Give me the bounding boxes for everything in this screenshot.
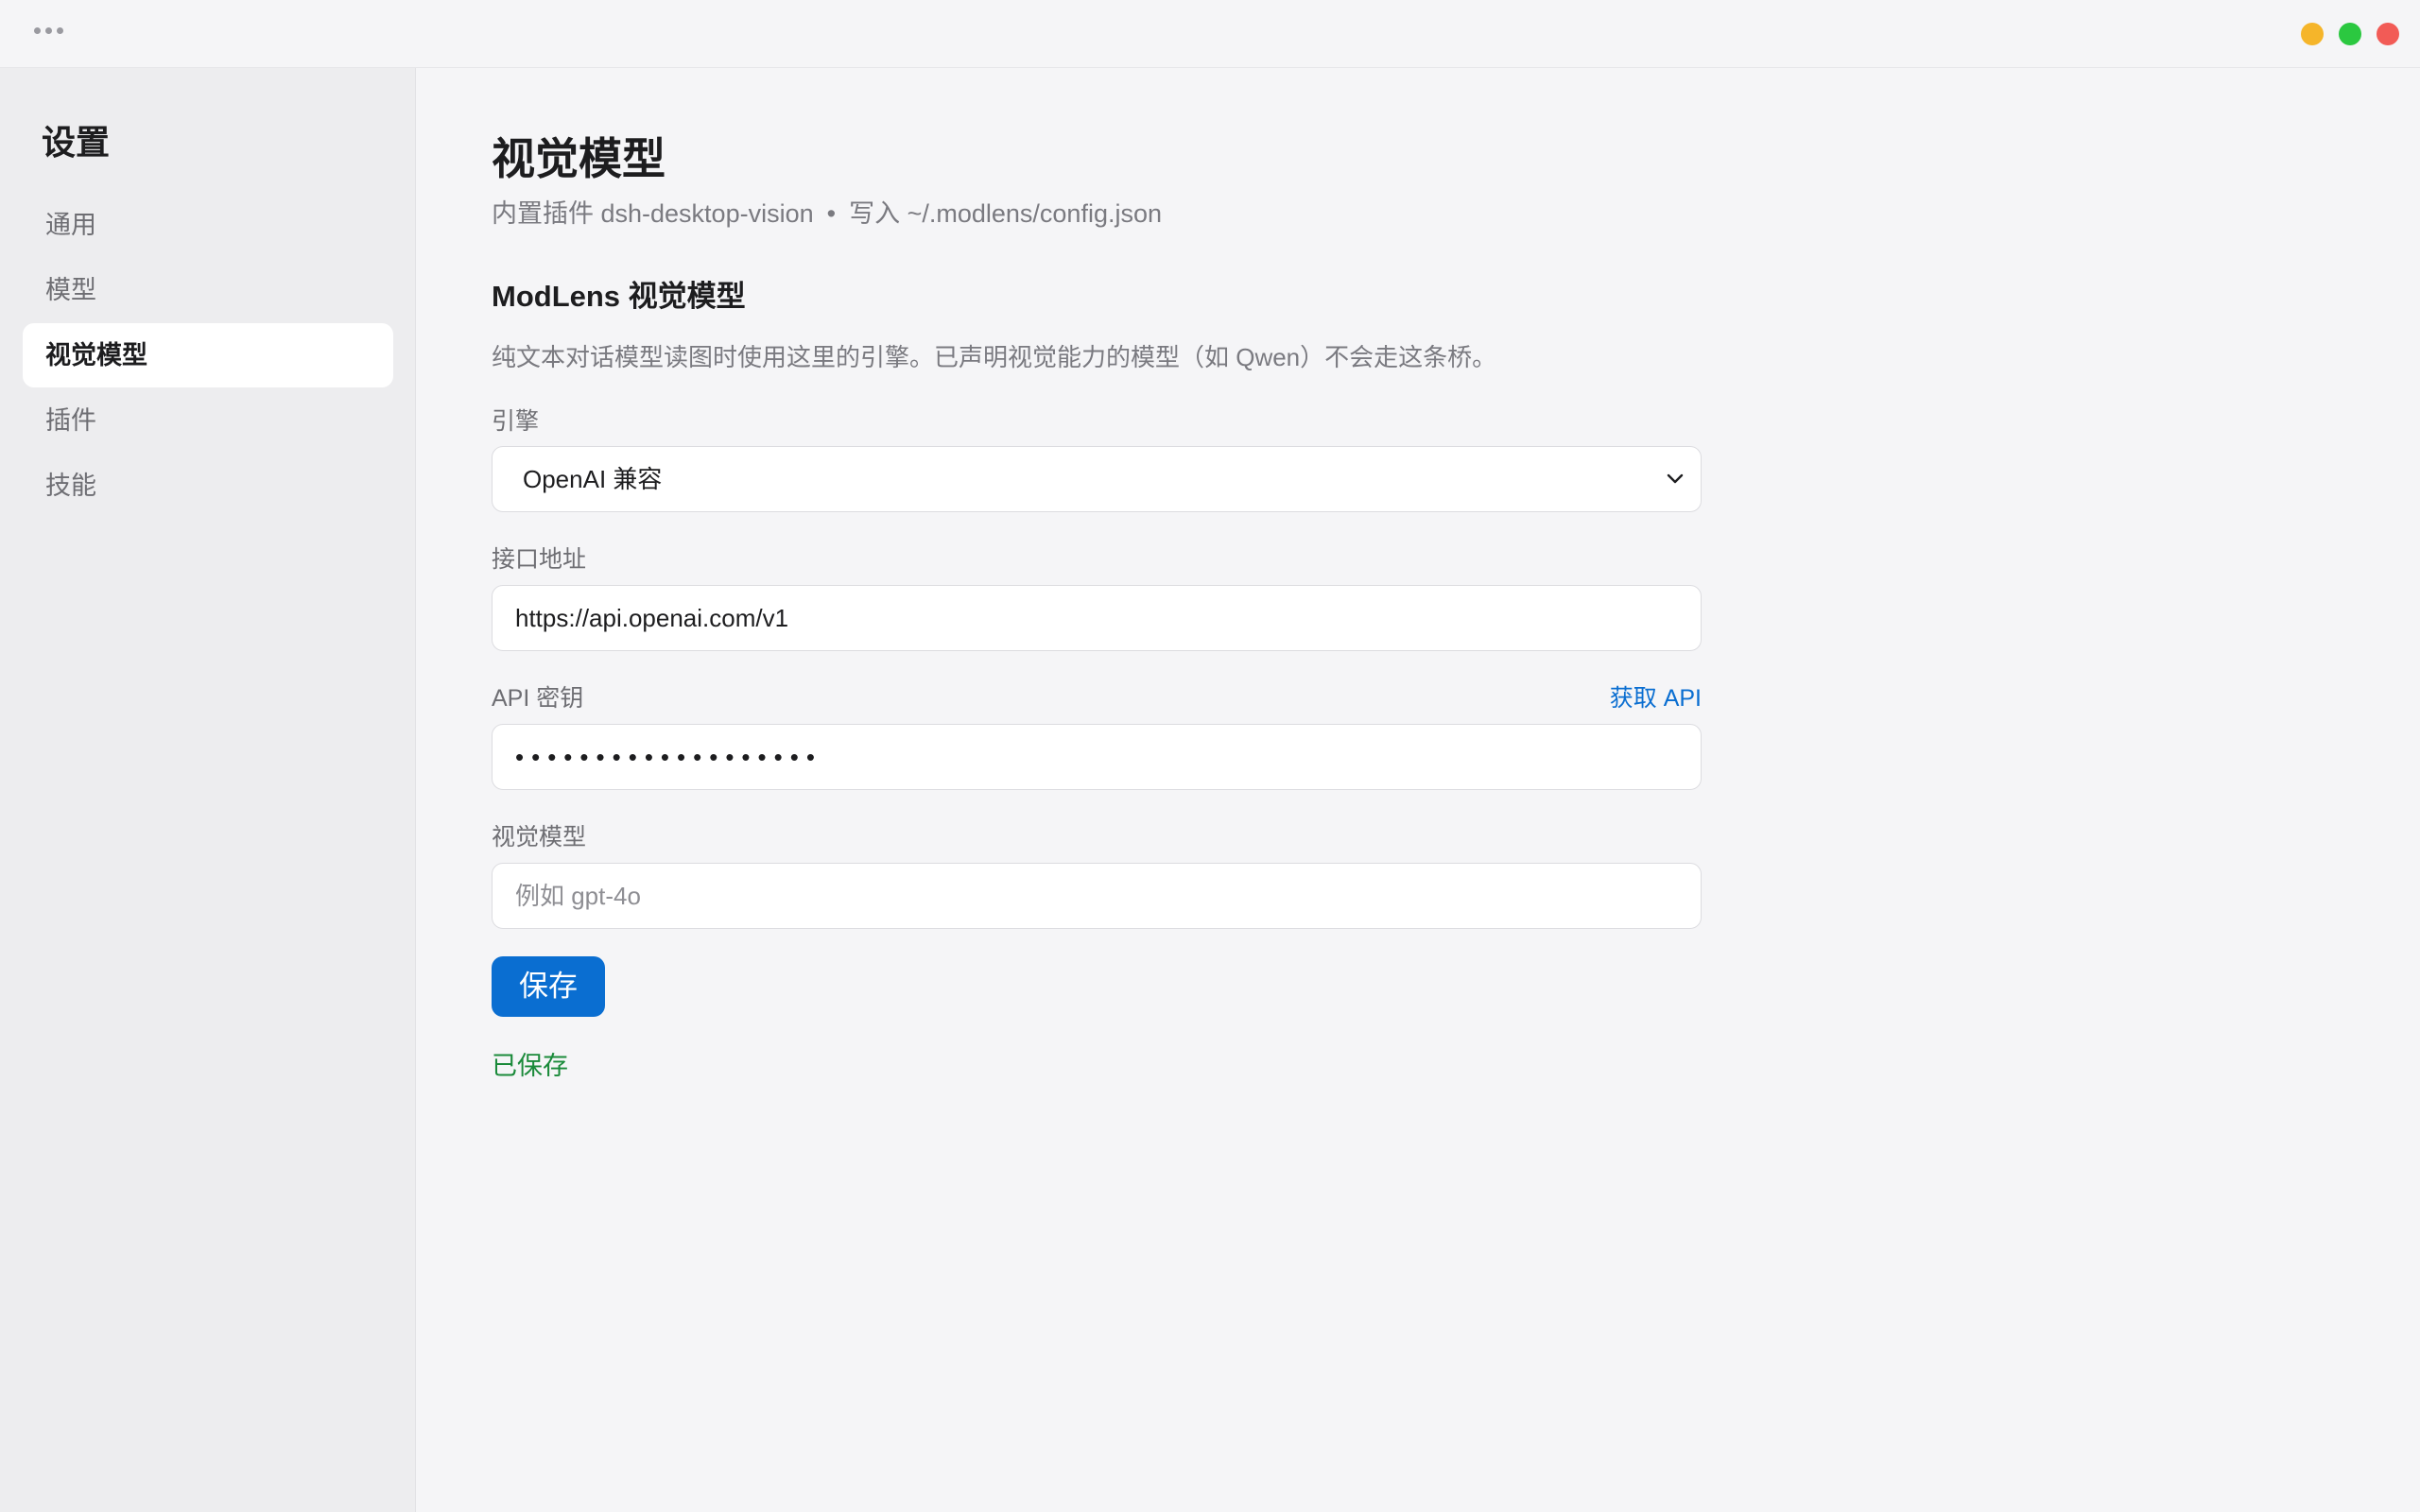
api-key-input[interactable]: ••••••••••••••••••• (492, 724, 1702, 790)
subtitle-separator: • (826, 199, 837, 228)
endpoint-input[interactable]: https://api.openai.com/v1 (492, 585, 1702, 651)
chevron-down-icon (1667, 473, 1684, 484)
api-key-masked-value: ••••••••••••••••••• (515, 743, 822, 771)
window-controls (2301, 23, 2399, 45)
section-title: ModLens 视觉模型 (492, 280, 746, 313)
section-description: 纯文本对话模型读图时使用这里的引擎。已声明视觉能力的模型（如 Qwen）不会走这… (492, 343, 1497, 371)
save-status: 已保存 (492, 1052, 568, 1080)
maximize-button[interactable] (2339, 23, 2361, 45)
vision-model-label: 视觉模型 (492, 824, 587, 850)
vision-model-placeholder: 例如 gpt-4o (515, 882, 641, 910)
sidebar-title: 设置 (42, 123, 111, 162)
sidebar-item-models[interactable]: 模型 (23, 258, 393, 322)
more-options-icon[interactable] (34, 27, 63, 34)
engine-select[interactable]: OpenAI 兼容 (492, 446, 1702, 512)
api-key-label: API 密钥 (492, 685, 584, 712)
sidebar-item-vision-model[interactable]: 视觉模型 (23, 323, 393, 387)
config-path: 写入 ~/.modlens/config.json (849, 199, 1162, 228)
get-api-link[interactable]: 获取 API (1610, 679, 1702, 713)
sidebar-item-skills[interactable]: 技能 (23, 454, 393, 518)
engine-label: 引擎 (492, 408, 540, 435)
vision-model-input[interactable]: 例如 gpt-4o (492, 863, 1702, 929)
endpoint-label: 接口地址 (492, 546, 587, 573)
page-title: 视觉模型 (492, 134, 666, 183)
sidebar: 设置 通用 模型 视觉模型 插件 技能 (0, 68, 416, 1512)
close-button[interactable] (2377, 23, 2399, 45)
title-bar (0, 0, 2420, 68)
plugin-name: 内置插件 dsh-desktop-vision (492, 199, 814, 228)
minimize-button[interactable] (2301, 23, 2324, 45)
sidebar-item-plugins[interactable]: 插件 (23, 388, 393, 453)
save-button[interactable]: 保存 (492, 956, 605, 1017)
sidebar-item-general[interactable]: 通用 (23, 193, 393, 257)
page-subtitle: 内置插件 dsh-desktop-vision • 写入 ~/.modlens/co… (492, 193, 1162, 230)
sidebar-nav: 通用 模型 视觉模型 插件 技能 (23, 193, 393, 519)
engine-value: OpenAI 兼容 (523, 465, 663, 493)
